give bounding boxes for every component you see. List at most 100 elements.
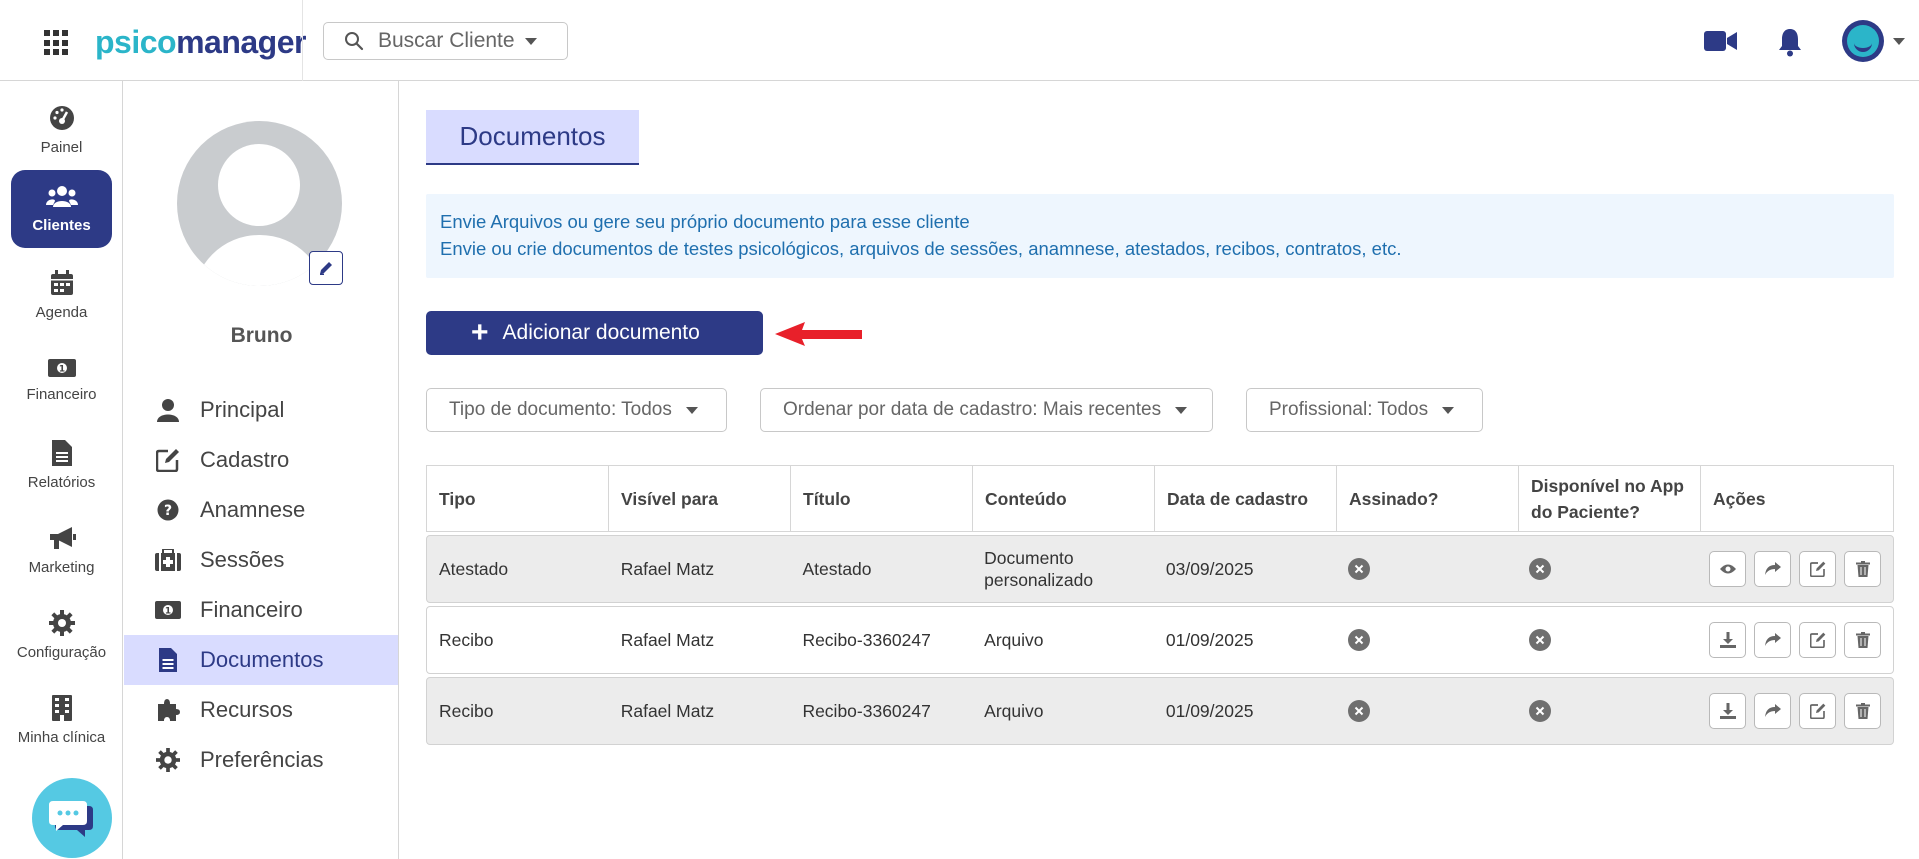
- cell-actions: [1699, 536, 1893, 602]
- menu-label: Cadastro: [200, 447, 290, 472]
- user-icon: [157, 399, 179, 422]
- not-signed-icon: [1347, 558, 1370, 580]
- column-header: Conteúdo: [973, 466, 1155, 531]
- delete-button[interactable]: [1844, 551, 1882, 587]
- menu-label: Principal: [200, 397, 285, 422]
- share-icon: [1764, 562, 1781, 575]
- nav-label: Financeiro: [26, 385, 97, 403]
- cell-data: 03/09/2025: [1165, 559, 1254, 579]
- not-available-icon: [1529, 629, 1552, 651]
- table-row[interactable]: Recibo Rafael Matz Recibo-3360247 Arquiv…: [426, 606, 1894, 674]
- video-camera-icon[interactable]: [1704, 30, 1738, 52]
- nav-item-configuracao[interactable]: Configuração: [11, 596, 112, 674]
- eye-icon: [1719, 564, 1736, 574]
- search-client-dropdown[interactable]: Buscar Cliente: [323, 22, 568, 60]
- menu-label: Documentos: [200, 647, 324, 672]
- nav-item-minha-clinica[interactable]: Minha clínica: [11, 681, 112, 759]
- apps-grid-icon[interactable]: [44, 30, 70, 56]
- edit-icon: [1809, 561, 1825, 577]
- users-icon: [45, 185, 78, 207]
- cell-disponivel: [1517, 678, 1699, 744]
- trash-icon: [1855, 703, 1870, 719]
- cell-actions: [1699, 607, 1893, 673]
- filter-label: Tipo de documento: Todos: [449, 399, 672, 420]
- share-button[interactable]: [1754, 622, 1792, 658]
- red-arrow-annotation-icon: [775, 322, 862, 346]
- nav-item-clientes[interactable]: Clientes: [11, 170, 112, 248]
- bell-icon[interactable]: [1777, 27, 1803, 57]
- share-icon: [1764, 633, 1781, 646]
- table-row[interactable]: Atestado Rafael Matz Atestado Documento …: [426, 535, 1894, 603]
- divider: [302, 0, 303, 81]
- info-line-1: Envie Arquivos ou gere seu próprio docum…: [440, 211, 970, 232]
- not-signed-icon: [1347, 700, 1370, 722]
- chat-icon: [49, 801, 93, 837]
- nav-item-agenda[interactable]: Agenda: [11, 256, 112, 334]
- download-icon: [1719, 703, 1736, 719]
- nav-item-relatorios[interactable]: Relatórios: [11, 426, 112, 504]
- edit-button[interactable]: [1799, 693, 1837, 729]
- edit-button[interactable]: [1799, 622, 1837, 658]
- cell-conteudo: Arquivo: [984, 701, 1044, 721]
- search-icon: [345, 32, 364, 51]
- column-header: Título: [791, 466, 973, 531]
- download-icon: [1719, 632, 1736, 648]
- column-header: Ações: [1713, 488, 1766, 509]
- document-type-filter[interactable]: Tipo de documento: Todos: [426, 388, 727, 432]
- client-menu-preferencias[interactable]: Preferências: [124, 735, 398, 785]
- cell-data: 01/09/2025: [1165, 630, 1254, 650]
- svg-text:?: ?: [164, 503, 172, 519]
- download-button[interactable]: [1709, 693, 1747, 729]
- gear-icon: [48, 609, 75, 636]
- menu-label: Sessões: [200, 547, 285, 572]
- client-name: Bruno: [230, 324, 293, 347]
- client-menu-financeiro[interactable]: 1 Financeiro: [124, 585, 398, 635]
- chat-support-button[interactable]: [32, 778, 112, 858]
- nav-label: Marketing: [28, 558, 95, 576]
- cell-conteudo: Documento personalizado: [984, 548, 1094, 590]
- chevron-down-icon[interactable]: [1893, 38, 1905, 45]
- edit-button[interactable]: [1799, 551, 1837, 587]
- nav-label: Configuração: [16, 643, 107, 661]
- cell-titulo: Recibo-3360247: [802, 630, 931, 650]
- delete-button[interactable]: [1844, 622, 1882, 658]
- share-button[interactable]: [1754, 693, 1792, 729]
- calendar-icon: [50, 269, 73, 295]
- edit-photo-button[interactable]: [309, 251, 343, 285]
- cell-visivel: Rafael Matz: [620, 630, 715, 650]
- add-document-button[interactable]: + Adicionar documento: [426, 311, 763, 355]
- menu-label: Anamnese: [200, 497, 306, 522]
- client-menu-recursos[interactable]: Recursos: [124, 685, 398, 735]
- logo[interactable]: psicomanager: [95, 24, 306, 61]
- share-button[interactable]: [1754, 551, 1792, 587]
- file-icon: [51, 439, 72, 466]
- client-menu-documentos[interactable]: Documentos: [124, 635, 398, 685]
- svg-text:1: 1: [165, 607, 171, 617]
- filter-label: Ordenar por data de cadastro: Mais recen…: [783, 399, 1162, 420]
- edit-icon: [156, 449, 179, 472]
- client-menu-anamnese[interactable]: ? Anamnese: [124, 485, 398, 535]
- delete-button[interactable]: [1844, 693, 1882, 729]
- plus-icon: +: [471, 316, 489, 349]
- top-bar: psicomanager Buscar Cliente: [0, 0, 1919, 81]
- dashboard-icon: [49, 105, 74, 130]
- user-avatar[interactable]: [1842, 20, 1884, 62]
- chevron-down-icon: [685, 406, 698, 414]
- download-button[interactable]: [1709, 622, 1747, 658]
- nav-item-financeiro[interactable]: 1 Financeiro: [11, 341, 112, 419]
- edit-icon: [1809, 703, 1825, 719]
- gear-icon: [156, 748, 180, 772]
- nav-label: Minha clínica: [17, 728, 106, 746]
- client-menu-cadastro[interactable]: Cadastro: [124, 435, 398, 485]
- nav-item-marketing[interactable]: Marketing: [11, 511, 112, 589]
- table-row[interactable]: Recibo Rafael Matz Recibo-3360247 Arquiv…: [426, 677, 1894, 745]
- order-filter[interactable]: Ordenar por data de cadastro: Mais recen…: [760, 388, 1213, 432]
- view-button[interactable]: [1709, 551, 1747, 587]
- not-available-icon: [1529, 558, 1552, 580]
- cell-titulo: Recibo-3360247: [802, 701, 931, 721]
- client-menu-principal[interactable]: Principal: [124, 385, 398, 435]
- professional-filter[interactable]: Profissional: Todos: [1246, 388, 1483, 432]
- edit-icon: [1809, 632, 1825, 648]
- client-menu-sessoes[interactable]: Sessões: [124, 535, 398, 585]
- nav-item-painel[interactable]: Painel: [11, 91, 112, 169]
